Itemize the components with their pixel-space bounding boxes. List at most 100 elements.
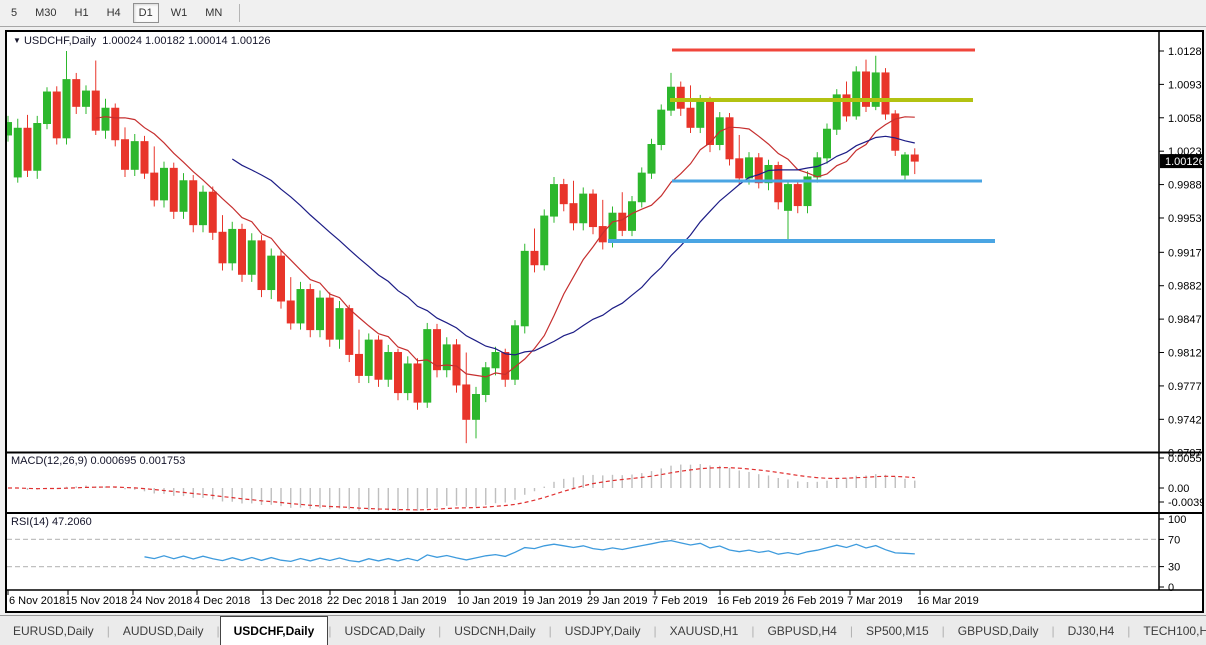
macd-main-value: 0.000695 bbox=[90, 455, 136, 467]
chart-tab-gbpusd-h4[interactable]: GBPUSD,H4 bbox=[754, 616, 849, 645]
date-axis-label: 7 Feb 2019 bbox=[652, 595, 708, 607]
timeframe-button-d1[interactable]: D1 bbox=[133, 3, 159, 23]
price-axis-label: 1.00930 bbox=[1168, 79, 1202, 91]
candle-up bbox=[34, 116, 41, 179]
candle-down bbox=[395, 349, 402, 401]
candle-down bbox=[590, 189, 597, 234]
price-axis-label: 0.98120 bbox=[1168, 348, 1202, 360]
candle-up bbox=[824, 124, 831, 164]
candle-up bbox=[385, 345, 392, 387]
candle-up bbox=[83, 85, 90, 114]
timeframe-button-h1[interactable]: H1 bbox=[69, 3, 95, 23]
rsi-value: 47.2060 bbox=[52, 516, 92, 528]
candle-down bbox=[570, 181, 577, 231]
candle-up bbox=[443, 337, 450, 377]
chart-tab-eurusd-daily[interactable]: EURUSD,Daily bbox=[0, 616, 107, 645]
candle-down bbox=[531, 228, 538, 272]
candle-down bbox=[863, 60, 870, 112]
rsi-axis-label: 0 bbox=[1168, 582, 1174, 594]
timeframe-button-5[interactable]: 5 bbox=[5, 3, 23, 23]
candle-down bbox=[463, 353, 470, 444]
candle-up bbox=[44, 87, 51, 129]
price-axis-label: 0.98820 bbox=[1168, 281, 1202, 293]
date-axis-label: 26 Feb 2019 bbox=[782, 595, 844, 607]
candle-up bbox=[404, 356, 411, 400]
candle-down bbox=[911, 148, 918, 174]
date-axis-label: 13 Dec 2018 bbox=[260, 595, 322, 607]
date-axis-label: 24 Nov 2018 bbox=[130, 595, 192, 607]
candle-up bbox=[14, 119, 21, 183]
candle-down bbox=[258, 235, 265, 297]
symbol-dropdown-icon[interactable]: ▼ bbox=[13, 36, 21, 45]
candle-down bbox=[346, 305, 353, 362]
candle-up bbox=[180, 173, 187, 219]
candle-down bbox=[775, 162, 782, 210]
candle-down bbox=[326, 292, 333, 346]
chart-tab-tech100-h1[interactable]: TECH100,H1 bbox=[1130, 616, 1206, 645]
candle-up bbox=[63, 51, 70, 145]
candle-up bbox=[853, 66, 860, 119]
candle-up bbox=[668, 73, 675, 116]
chart-tab-dj30-h4[interactable]: DJ30,H4 bbox=[1055, 616, 1128, 645]
ma-slow-line bbox=[232, 136, 915, 355]
current-price-tag: 1.00126 bbox=[1160, 154, 1202, 168]
date-axis-label: 22 Dec 2018 bbox=[327, 595, 389, 607]
candle-down bbox=[219, 215, 226, 270]
candle-up bbox=[541, 209, 548, 270]
chart-tab-gbpusd-daily[interactable]: GBPUSD,Daily bbox=[945, 616, 1052, 645]
candle-up bbox=[424, 323, 431, 408]
timeframe-button-mn[interactable]: MN bbox=[199, 3, 228, 23]
candle-up bbox=[638, 167, 645, 207]
rsi-indicator-label: RSI(14) 47.2060 bbox=[11, 516, 92, 528]
candle-down bbox=[73, 73, 80, 114]
candle-down bbox=[92, 61, 99, 135]
chart-tab-usdcad-daily[interactable]: USDCAD,Daily bbox=[331, 616, 438, 645]
candle-down bbox=[726, 113, 733, 165]
candle-up bbox=[648, 139, 655, 179]
candle-up bbox=[365, 333, 372, 383]
chart-title-ohlc: 1.00024 1.00182 1.00014 1.00126 bbox=[102, 35, 270, 47]
rsi-axis-label: 30 bbox=[1168, 562, 1180, 574]
svg-text:1.00126: 1.00126 bbox=[1165, 156, 1202, 168]
timeframe-button-w1[interactable]: W1 bbox=[165, 3, 194, 23]
date-axis-label: 16 Feb 2019 bbox=[717, 595, 779, 607]
mt4-terminal: { "toolbar": { "timeframes": [ {"label":… bbox=[0, 0, 1206, 644]
date-axis: 6 Nov 201815 Nov 201824 Nov 20184 Dec 20… bbox=[8, 590, 979, 607]
candle-down bbox=[794, 180, 801, 213]
chart-tab-audusd-daily[interactable]: AUDUSD,Daily bbox=[110, 616, 217, 645]
candle-up bbox=[551, 177, 558, 223]
candle-down bbox=[882, 68, 889, 120]
candle-down bbox=[287, 277, 294, 329]
macd-histogram bbox=[8, 464, 915, 511]
date-axis-label: 10 Jan 2019 bbox=[457, 595, 518, 607]
date-axis-label: 7 Mar 2019 bbox=[847, 595, 903, 607]
chart-canvas[interactable]: 1.012801.009301.005801.002300.998800.995… bbox=[7, 32, 1202, 611]
candle-up bbox=[229, 222, 236, 271]
chart-tab-xauusd-h1[interactable]: XAUUSD,H1 bbox=[657, 616, 752, 645]
candle-up bbox=[902, 152, 909, 181]
candle-down bbox=[209, 186, 216, 239]
macd-axis-label: -0.00393 bbox=[1168, 497, 1202, 509]
candle-up bbox=[492, 347, 499, 376]
chart-tab-usdchf-daily[interactable]: USDCHF,Daily bbox=[220, 616, 329, 645]
candle-down bbox=[170, 163, 177, 219]
timeframe-button-h4[interactable]: H4 bbox=[101, 3, 127, 23]
chart-tab-usdcnh-daily[interactable]: USDCNH,Daily bbox=[441, 616, 548, 645]
candle-up bbox=[521, 244, 528, 334]
chart-tab-sp500-m15[interactable]: SP500,M15 bbox=[853, 616, 942, 645]
macd-axis-label: 0.00 bbox=[1168, 483, 1189, 495]
candle-down bbox=[375, 335, 382, 387]
candle-up bbox=[580, 187, 587, 230]
timeframe-button-m30[interactable]: M30 bbox=[29, 3, 62, 23]
chart-tab-usdjpy-daily[interactable]: USDJPY,Daily bbox=[552, 616, 654, 645]
date-axis-label: 15 Nov 2018 bbox=[65, 595, 127, 607]
chart-title: ▼ USDCHF,Daily 1.00024 1.00182 1.00014 1… bbox=[13, 35, 270, 47]
candle-up bbox=[268, 249, 275, 300]
macd-signal-line bbox=[8, 468, 915, 510]
macd-signal-value: 0.001753 bbox=[139, 455, 185, 467]
date-axis-label: 4 Dec 2018 bbox=[194, 595, 250, 607]
candle-up bbox=[482, 362, 489, 402]
candlestick-series bbox=[7, 51, 918, 443]
price-axis-label: 0.99880 bbox=[1168, 180, 1202, 192]
candle-down bbox=[560, 179, 567, 211]
